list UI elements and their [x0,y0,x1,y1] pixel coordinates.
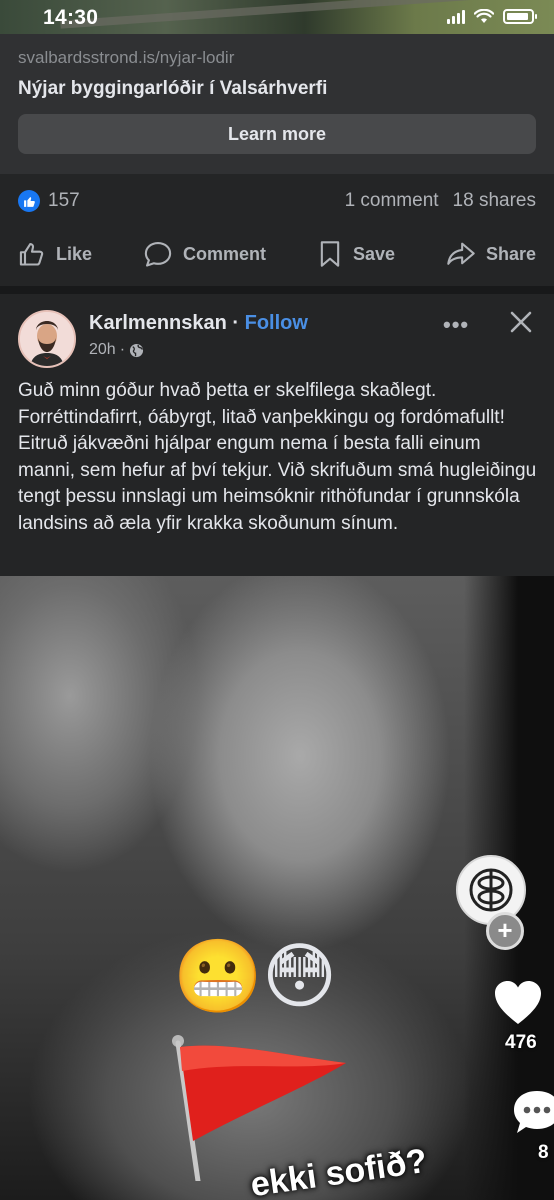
share-count[interactable]: 18 shares [453,190,536,212]
video-like-count: 476 [505,1032,537,1053]
status-bar: 14:30 [0,0,554,34]
like-button[interactable]: Like [18,230,92,278]
author-separator: · [226,312,245,334]
background-photo-strip [60,0,480,29]
battery-icon [503,9,537,24]
video-comment-icon[interactable] [512,1089,554,1137]
engagement-counts: 1 comment 18 shares [345,190,536,212]
author-line: Karlmennskan · Follow [89,312,308,335]
follow-button[interactable]: Follow [245,312,308,334]
learn-more-button[interactable]: Learn more [18,114,536,154]
post-action-bar: Like Comment Save Share [0,230,554,278]
link-preview-card[interactable]: svalbardsstrond.is/nyjar-lodir Nýjar byg… [0,34,554,174]
creator-logo-icon [469,868,513,912]
comment-icon [144,242,172,267]
author-name[interactable]: Karlmennskan [89,312,227,334]
meta-dot: · [119,341,126,358]
share-label: Share [485,243,536,264]
status-icons [447,9,537,24]
author-avatar[interactable] [18,310,76,368]
post-text: Guð minn góður hvað þetta er skelfilega … [18,380,537,534]
cellular-signal-icon [447,9,465,24]
bookmark-icon [320,241,340,267]
link-title[interactable]: Nýjar byggingarlóðir í Valsárhverfi [18,78,327,100]
wifi-icon [474,9,494,23]
more-options-button[interactable]: ••• [443,312,469,338]
share-button[interactable]: Share [446,230,536,278]
status-time: 14:30 [43,6,99,29]
save-label: Save [352,243,395,264]
heart-icon[interactable] [493,980,543,1026]
close-icon[interactable] [507,308,535,336]
video-comment-count: 8 [538,1142,549,1163]
battery-fill [507,13,528,20]
video-player[interactable]: 😬 😳 ekki sofið? + 476 8 [0,576,554,1200]
reactions-summary: 157 1 comment 18 shares [0,174,554,230]
feed-divider [0,286,554,294]
link-domain: svalbardsstrond.is/nyjar-lodir [18,48,235,67]
comment-count[interactable]: 1 comment [345,190,439,212]
comment-button[interactable]: Comment [143,230,266,278]
flushed-face-emoji: 😳 [262,934,338,1018]
share-arrow-icon [447,242,475,265]
like-label: Like [56,243,93,264]
post-meta: 20h · [89,341,144,359]
thumbs-up-icon [19,243,44,266]
save-button[interactable]: Save [317,230,395,278]
like-reaction-icon[interactable] [18,190,40,212]
follow-creator-button[interactable]: + [486,912,524,950]
like-count[interactable]: 157 [48,190,80,212]
grimacing-face-emoji: 😬 [173,934,263,1018]
globe-icon [129,343,144,357]
comment-label: Comment [182,243,266,264]
post-time[interactable]: 20h [89,341,116,359]
